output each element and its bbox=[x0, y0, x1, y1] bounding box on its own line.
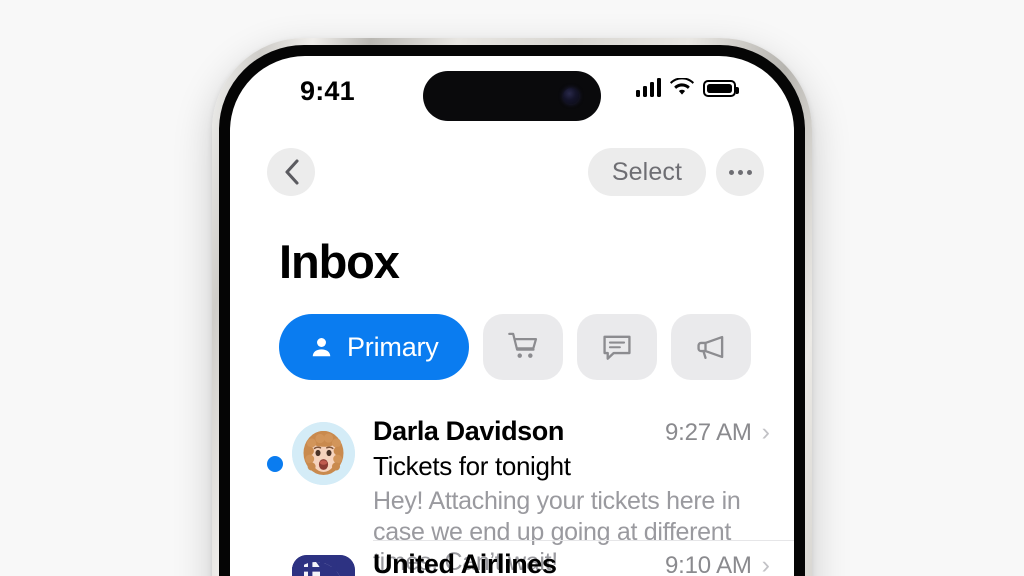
ellipsis-icon bbox=[728, 169, 752, 175]
dynamic-island bbox=[423, 71, 601, 121]
filter-pill-row: Primary bbox=[279, 314, 751, 380]
megaphone-icon bbox=[697, 335, 723, 360]
phone-frame: 9:41 Select Inbox Primary Darla Davidson… bbox=[212, 38, 812, 576]
phone-screen: 9:41 Select Inbox Primary Darla Davidson… bbox=[230, 56, 794, 576]
avatar bbox=[292, 555, 355, 576]
chevron-left-icon bbox=[284, 159, 299, 185]
status-bar-icons bbox=[635, 78, 739, 97]
filter-pill-transactions[interactable] bbox=[482, 314, 563, 380]
avatar bbox=[292, 422, 355, 485]
front-camera-icon bbox=[563, 88, 579, 104]
wifi-icon bbox=[670, 78, 694, 95]
select-button-label: Select bbox=[611, 157, 682, 186]
more-options-button[interactable] bbox=[716, 148, 764, 196]
chat-bubble-icon bbox=[603, 335, 631, 360]
mail-timestamp: 9:10 AM bbox=[665, 552, 752, 576]
united-airlines-logo-icon bbox=[292, 555, 355, 576]
status-bar: 9:41 bbox=[230, 56, 794, 121]
person-icon bbox=[312, 337, 331, 356]
mail-list-item[interactable]: Darla Davidson 9:27 AM › Tickets for ton… bbox=[230, 408, 794, 576]
filter-pill-primary[interactable]: Primary bbox=[279, 314, 469, 380]
shopping-cart-icon bbox=[507, 332, 537, 358]
mail-sender: Darla Davidson bbox=[373, 416, 564, 446]
screenshot-stage: 9:41 Select Inbox Primary Darla Davidson… bbox=[0, 0, 1024, 576]
back-button[interactable] bbox=[267, 148, 315, 196]
mail-item-content: United Airlines 9:10 AM › Quick reminder… bbox=[373, 549, 770, 576]
phone-bezel: 9:41 Select Inbox Primary Darla Davidson… bbox=[219, 45, 805, 576]
unread-indicator bbox=[267, 456, 283, 472]
memoji-avatar-icon bbox=[292, 422, 355, 485]
mail-list-item[interactable]: United Airlines 9:10 AM › Quick reminder… bbox=[230, 541, 794, 576]
select-button[interactable]: Select bbox=[587, 148, 706, 196]
chevron-right-icon: › bbox=[761, 551, 770, 576]
mail-list: Darla Davidson 9:27 AM › Tickets for ton… bbox=[230, 408, 794, 576]
cellular-bars-icon bbox=[635, 78, 661, 97]
mail-sender: United Airlines bbox=[373, 549, 557, 576]
mail-subject: Tickets for tonight bbox=[373, 451, 571, 481]
filter-pill-promotions[interactable] bbox=[670, 314, 751, 380]
status-bar-time: 9:41 bbox=[300, 76, 355, 106]
filter-pill-primary-label: Primary bbox=[347, 331, 439, 362]
battery-full-icon bbox=[703, 80, 739, 97]
mail-timestamp: 9:27 AM bbox=[665, 419, 752, 446]
page-title: Inbox bbox=[279, 235, 400, 288]
chevron-right-icon: › bbox=[761, 418, 770, 446]
navigation-bar: Select bbox=[230, 148, 794, 210]
filter-pill-updates[interactable] bbox=[576, 314, 657, 380]
